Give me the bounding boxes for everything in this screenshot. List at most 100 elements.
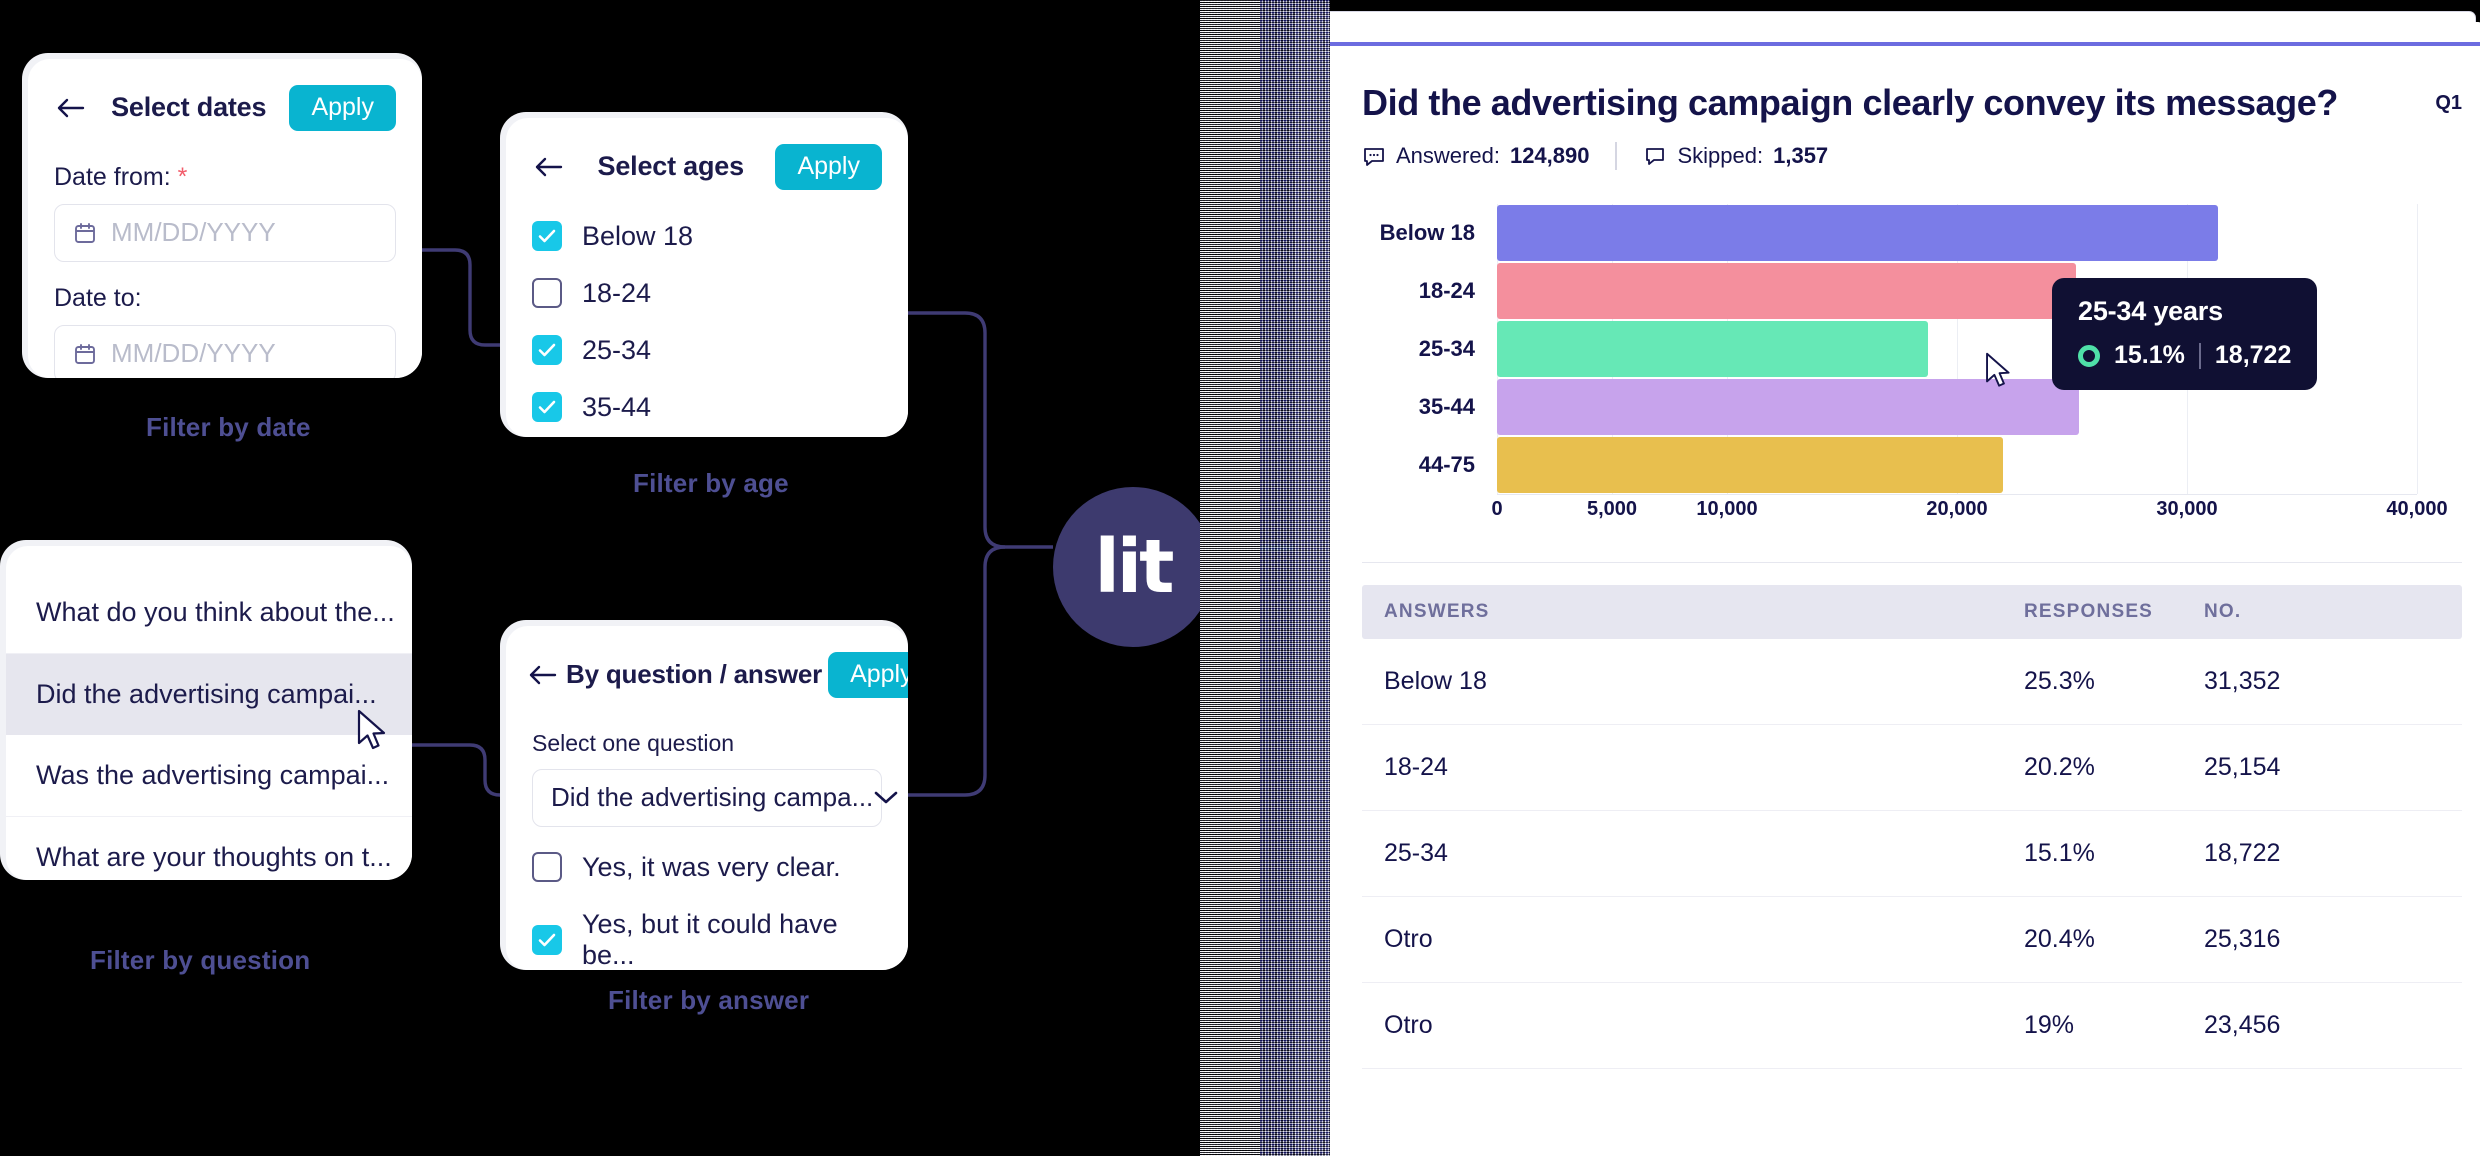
card-body: What do you think about the... Did the a…	[6, 546, 412, 880]
age-option-25-34[interactable]: 25-34	[506, 322, 908, 379]
tooltip-values: 15.1% 18,722	[2078, 341, 2291, 370]
table-row: Otro 19% 23,456	[1362, 983, 2462, 1069]
skipped-value: 1,357	[1773, 143, 1829, 168]
stats-divider	[1615, 142, 1618, 170]
table-row: Below 18 25.3% 31,352	[1362, 639, 2462, 725]
checkbox-unchecked-icon[interactable]	[532, 852, 562, 882]
chart-x-tick-label: 40,000	[2386, 498, 2448, 520]
chart-bar[interactable]	[1497, 263, 2076, 319]
cell-answer: Otro	[1384, 925, 1433, 953]
chart-bar[interactable]	[1497, 437, 2003, 493]
column-header-no: NO.	[2204, 601, 2242, 622]
date-from-input[interactable]: MM/DD/YYYY	[54, 203, 396, 262]
cell-no: 25,154	[2204, 753, 2281, 781]
cell-answer: Otro	[1384, 1011, 1433, 1039]
cell-responses: 19%	[2024, 1011, 2075, 1039]
checkbox-checked-icon[interactable]	[532, 924, 562, 955]
chevron-down-icon	[873, 790, 899, 806]
answer-option-yes-could-have-been[interactable]: Yes, but it could have be...	[506, 896, 908, 971]
tooltip-divider	[2198, 342, 2201, 369]
table-header-row: ANSWERS RESPONSES NO.	[1362, 585, 2462, 639]
cell-no: 18,722	[2204, 839, 2281, 867]
checkbox-checked-icon[interactable]	[532, 221, 562, 251]
caption-filter-by-question: Filter by question	[90, 945, 311, 975]
survey-question-title: Did the advertising campaign clearly con…	[1362, 82, 2338, 123]
date-from-label: Date from: *	[28, 141, 422, 192]
answers-table: ANSWERS RESPONSES NO. Below 18 25.3% 31,35…	[1362, 585, 2462, 1069]
question-list-item-selected[interactable]: Did the advertising campai...	[6, 654, 412, 735]
filter-card-answer: By question / answer Apply Select one qu…	[500, 620, 908, 970]
filter-card-age: Select ages Apply Below 18 18-24 25-34 3…	[500, 112, 908, 437]
age-option-35-44[interactable]: 35-44	[506, 379, 908, 436]
back-arrow-icon[interactable]	[532, 150, 566, 184]
date-from-label-text: Date from:	[54, 162, 171, 191]
answered-stat: Answered: 124,890	[1362, 143, 1589, 169]
tooltip-percent: 15.1%	[2114, 341, 2185, 369]
cell-no: 25,316	[2204, 925, 2281, 953]
card-body: By question / answer Apply Select one qu…	[506, 626, 908, 970]
chart-y-tick-label: 25-34	[1418, 336, 1475, 361]
question-list-item[interactable]: What do you think about the...	[6, 572, 412, 654]
filter-card-question: What do you think about the... Did the a…	[0, 540, 412, 880]
cell-responses: 20.2%	[2024, 753, 2095, 781]
required-asterisk: *	[177, 162, 188, 191]
answer-option-yes-very-clear[interactable]: Yes, it was very clear.	[506, 839, 908, 896]
back-arrow-icon[interactable]	[54, 91, 88, 125]
dashboard-stack: Did the advertising campaign clearly con…	[1200, 0, 2480, 1156]
chart-bar[interactable]	[1497, 205, 2219, 261]
apply-button[interactable]: Apply	[828, 652, 908, 698]
table-row: Otro 20.4% 25,316	[1362, 897, 2462, 983]
chart-tooltip: 25-34 years 15.1% 18,722	[2052, 278, 2318, 390]
chart-x-tick-label: 0	[1491, 498, 1503, 520]
cell-no: 23,456	[2204, 1011, 2281, 1039]
answer-option-label: Yes, but it could have be...	[582, 908, 838, 970]
response-stats: Answered: 124,890 Skipped: 1,357	[1322, 124, 2480, 170]
cell-responses: 15.1%	[2024, 839, 2095, 867]
skipped-stat: Skipped: 1,357	[1643, 143, 1828, 169]
chart-bar[interactable]	[1497, 321, 1928, 377]
page-title: By question / answer	[566, 659, 823, 690]
question-list-item[interactable]: Was the advertising campai...	[6, 735, 412, 817]
date-to-input[interactable]: MM/DD/YYYY	[54, 324, 396, 378]
cell-answer: Below 18	[1384, 667, 1487, 695]
caption-filter-by-age: Filter by age	[633, 468, 789, 498]
answered-value: 124,890	[1509, 143, 1590, 168]
section-divider	[1362, 562, 2462, 563]
chart-gridline	[2417, 204, 2418, 494]
apply-button[interactable]: Apply	[775, 144, 882, 190]
checkbox-checked-icon[interactable]	[532, 392, 562, 422]
cell-responses: 25.3%	[2024, 667, 2095, 695]
age-option-list: Below 18 18-24 25-34 35-44	[506, 200, 908, 436]
caption-filter-by-date: Filter by date	[146, 412, 311, 442]
age-option-18-24[interactable]: 18-24	[506, 265, 908, 322]
apply-button[interactable]: Apply	[289, 85, 396, 131]
chart-y-tick-label: 44-75	[1418, 452, 1475, 477]
tooltip-color-dot	[2078, 344, 2100, 367]
page-title: Select ages	[597, 151, 745, 182]
card-header: Select ages Apply	[506, 118, 908, 200]
date-from-placeholder: MM/DD/YYYY	[111, 217, 276, 247]
chart-x-tick-label: 5,000	[1586, 498, 1638, 520]
answered-label: Answered:	[1396, 143, 1500, 168]
column-header-answers: ANSWERS	[1384, 601, 1490, 622]
cell-answer: 18-24	[1384, 753, 1448, 781]
age-option-below-18[interactable]: Below 18	[506, 208, 908, 265]
question-select[interactable]: Did the advertising campa...	[532, 768, 898, 827]
checkbox-checked-icon[interactable]	[532, 335, 562, 365]
back-arrow-icon[interactable]	[526, 658, 560, 692]
chart-x-tick-label: 20,000	[1926, 498, 1988, 520]
checkbox-unchecked-icon[interactable]	[532, 278, 562, 308]
card-header: Select dates Apply	[28, 59, 422, 141]
comment-icon	[1643, 144, 1667, 168]
bar-chart: Below 18 18-24 25-34 35-44 44-75 0 5,000 10,00…	[1362, 204, 2462, 534]
answer-option-list: Yes, it was very clear. Yes, but it coul…	[506, 827, 908, 971]
comment-dots-icon	[1362, 144, 1386, 168]
question-list-item[interactable]: What are your thoughts on t...	[6, 817, 412, 880]
chart-y-tick-label: 35-44	[1418, 394, 1475, 419]
cell-responses: 20.4%	[2024, 925, 2095, 953]
age-option-label: 25-34	[582, 334, 652, 365]
date-to-placeholder: MM/DD/YYYY	[111, 338, 276, 368]
canvas: Select dates Apply Date from: * MM/DD/YY…	[0, 0, 2480, 1156]
cell-answer: 25-34	[1384, 839, 1448, 867]
